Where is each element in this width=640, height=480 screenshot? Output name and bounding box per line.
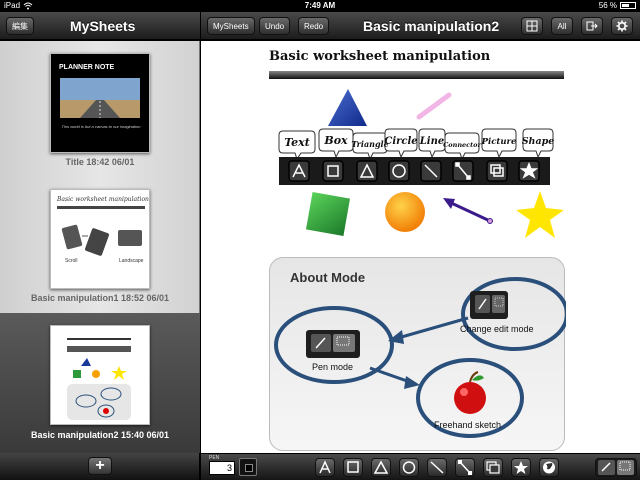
line-tool-button[interactable] — [427, 458, 447, 477]
road-photo — [60, 78, 140, 118]
bubble-line-label: Line — [419, 136, 444, 147]
sheet-item[interactable]: Basic worksheet manipulation Scroll Land… — [0, 177, 200, 313]
box-tool-button[interactable] — [343, 458, 363, 477]
pen-size-field[interactable]: 3 — [209, 461, 235, 475]
sheet-thumbnail: PLANNER NOTE This world is but a canvas … — [50, 53, 150, 153]
triangle-tool-button[interactable] — [371, 458, 391, 477]
sidebar-title: MySheets — [70, 18, 136, 34]
sheet-caption: Title 18:42 06/01 — [65, 157, 135, 167]
pen-mode-label: Pen mode — [312, 362, 354, 372]
mysheets-button[interactable]: MySheets — [207, 17, 255, 35]
sidebar-bottom-bar: + — [0, 453, 200, 480]
toolbar-strip-illustration — [279, 157, 550, 185]
about-mode-panel: About Mode Change edit mode Pen mode Fre… — [269, 257, 566, 451]
mode-toggle-icon — [598, 460, 634, 475]
undo-button[interactable]: Undo — [259, 17, 291, 35]
sheet-caption: Basic manipulation1 18:52 06/01 — [30, 293, 170, 303]
text-tool-button[interactable] — [315, 458, 335, 477]
gear-icon — [616, 20, 628, 32]
sheet-list: PLANNER NOTE This world is but a canvas … — [0, 41, 200, 453]
pen-color-button[interactable] — [239, 458, 257, 476]
line-tool-icon — [430, 461, 444, 474]
battery-percent: 56 % — [598, 1, 617, 10]
sheet-thumbnail: Basic worksheet manipulation Scroll Land… — [50, 189, 150, 289]
apple-icon — [454, 382, 486, 414]
star-icon — [514, 461, 528, 474]
editor-navbar: MySheets Undo Redo Basic manipulation2 A… — [201, 12, 640, 40]
add-sheet-button[interactable]: + — [88, 457, 112, 475]
sidebar-navbar: 編集 MySheets — [0, 12, 200, 40]
sheet-caption: Basic manipulation2 15:40 06/01 — [30, 430, 170, 440]
status-time: 7:49 AM — [304, 1, 336, 10]
picture-tool-icon — [486, 461, 500, 474]
purple-arrow-shape — [446, 199, 491, 223]
connector-tool-icon — [458, 460, 472, 475]
thumb-brand: PLANNER NOTE — [59, 64, 115, 71]
text-tool-icon — [319, 460, 331, 474]
thumb-label-scroll: Scroll — [65, 258, 78, 264]
web-tool-button[interactable] — [539, 458, 559, 477]
sheet-thumbnail — [50, 325, 150, 425]
change-edit-mode-label: Change edit mode — [460, 324, 534, 334]
circle-tool-icon — [402, 461, 416, 474]
connector-tool-button[interactable] — [455, 458, 475, 477]
edit-button[interactable]: 編集 — [6, 17, 34, 35]
sheet-title: Basic manipulation2 — [363, 18, 500, 34]
worksheet-canvas[interactable]: Basic worksheet manipulation Text Box Tr… — [201, 41, 640, 453]
all-button[interactable]: All — [551, 17, 573, 35]
bubble-picture-label: Picture — [481, 137, 517, 147]
box-tool-icon — [347, 461, 359, 473]
grid-button[interactable] — [521, 17, 543, 35]
export-icon — [586, 21, 598, 31]
bubble-circle-label: Circle — [384, 136, 417, 147]
circle-tool-button[interactable] — [399, 458, 419, 477]
status-bar: iPad 7:49 AM 56 % — [0, 0, 640, 12]
thumb-label-landscape: Landscape — [119, 258, 144, 264]
title-underline-bar — [269, 71, 564, 79]
triangle-tool-icon — [373, 460, 389, 474]
settings-button[interactable] — [611, 17, 633, 35]
orange-circle-shape — [385, 192, 425, 232]
thumb-quote: This world is but a canvas to our imagin… — [61, 124, 141, 129]
thumb-title: Basic worksheet manipulation — [57, 196, 149, 203]
yellow-star-shape — [516, 191, 564, 238]
freehand-sketch-label: Freehand sketch — [434, 420, 502, 430]
redo-button[interactable]: Redo — [298, 17, 330, 35]
bubble-triangle-label: Triangle — [351, 139, 388, 149]
app-root: iPad 7:49 AM 56 % 編集 MySheets MySheets U… — [0, 0, 640, 480]
worksheet-title: Basic worksheet manipulation — [269, 49, 491, 64]
bubble-shape-label: Shape — [522, 136, 555, 147]
picture-tool-button[interactable] — [483, 458, 503, 477]
sheet-item-selected[interactable]: Basic manipulation2 15:40 06/01 — [0, 313, 200, 453]
bubble-connector-label: Connector — [443, 141, 481, 149]
export-button[interactable] — [581, 17, 603, 35]
sheet-item[interactable]: PLANNER NOTE This world is but a canvas … — [0, 41, 200, 177]
bubble-box-label: Box — [323, 134, 348, 147]
grid-icon — [526, 20, 538, 32]
thumb-mini-sheet — [67, 338, 131, 420]
battery-icon — [620, 2, 636, 9]
bubble-text-label: Text — [284, 136, 310, 149]
bubble-labels: Text Box Triangle Circle Line Connector … — [284, 134, 555, 149]
shape-tool-button[interactable] — [511, 458, 531, 477]
globe-icon — [543, 461, 555, 474]
drawing-toolbar: PEN 3 — [201, 453, 640, 480]
mode-diagram — [274, 277, 566, 438]
green-square-shape — [305, 191, 351, 237]
mode-toggle-button[interactable] — [595, 458, 637, 477]
